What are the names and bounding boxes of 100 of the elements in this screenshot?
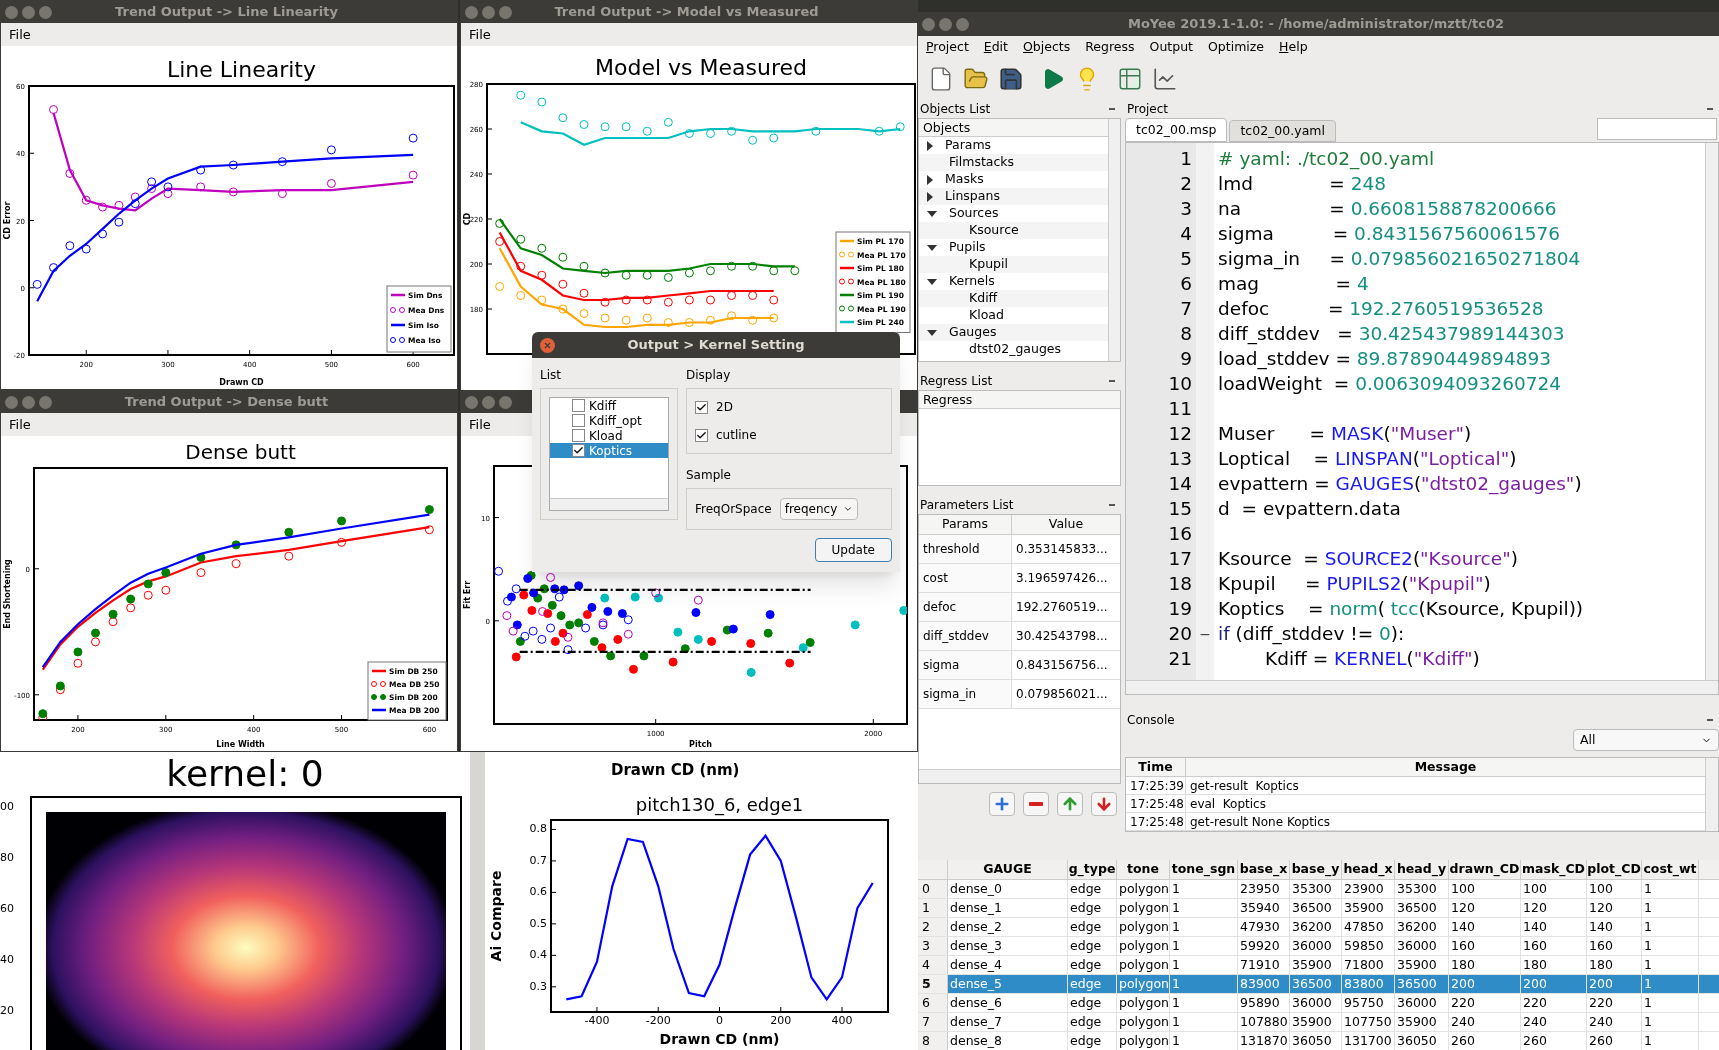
table-cell: 140 [1521,917,1587,936]
table-cell: 1 [1642,936,1699,955]
table-cell: 1 [1642,898,1699,917]
table-cell: 140 [1587,917,1642,936]
table-cell: dense_8 [948,1031,1068,1050]
table-cell: 1 [1170,955,1238,974]
code-line: if (diff_stddev != 0): [1218,623,1405,644]
line-number: 6 [1179,272,1193,296]
table-cell: 240 [1449,1012,1521,1031]
tick-label: 0.8 [529,822,547,836]
table-cell: 36500 [1395,974,1449,993]
table-cell: edge [1068,1031,1117,1050]
table-cell: 36000 [1290,993,1342,1012]
table-cell: edge [1068,936,1117,955]
line-number: 2 [1179,172,1193,196]
tick-label: 0.3 [529,979,547,993]
table-cell-text: eval Koptics [1189,796,1267,812]
table-cell: dense_5 [948,974,1068,993]
column-header: drawn_CD [1449,860,1521,879]
table-cell: 36500 [1290,974,1342,993]
table-cell: diff_stddev [919,622,1012,650]
table-cell: 59920 [1238,936,1290,955]
table-cell: 95890 [1238,993,1290,1012]
table-cell: edge [1068,1012,1117,1031]
table-cell: sigma [919,651,1012,679]
table-cell: 36000 [1395,993,1449,1012]
table-cell: 36500 [1290,898,1342,917]
column-header: base_y [1290,860,1342,879]
table-cell: 23900 [1342,879,1395,898]
axis-label: Line Width [216,740,265,749]
column-header: Regress [919,391,1120,409]
line-number: 4 [1179,222,1193,246]
table-cell: 95750 [1342,993,1395,1012]
code-line: lmd = 248 [1218,173,1387,194]
code-line: Kdiff = KERNEL("Kdiff") [1264,648,1480,669]
table-cell: 131870 [1238,1031,1290,1050]
panel-title: Project [1127,101,1169,118]
line-number: 11 [1167,397,1193,421]
tick-label: 0 [716,1014,723,1027]
tick-label: 40 [0,954,15,968]
code-line: Loptical = LINSPAN("Loptical") [1218,448,1517,469]
table-cell: 71800 [1342,955,1395,974]
column-header: tone [1117,860,1170,879]
table-cell: edge [1068,917,1117,936]
table-cell: 180 [1449,955,1521,974]
table-cell: 1 [1170,936,1238,955]
table-cell: 36000 [1290,936,1342,955]
table-cell: 1 [1170,1012,1238,1031]
column-header: Objects [919,119,1108,137]
line-number: 14 [1167,472,1193,496]
axis-label: Fit Err [463,580,472,610]
table-cell: 240 [1587,1012,1642,1031]
code-line: diff_stddev = 30.425437989144303 [1218,323,1565,344]
table-cell: 36050 [1290,1031,1342,1050]
code-line: defoc = 192.2760519536528 [1218,298,1544,319]
table-cell: dense_0 [948,879,1068,898]
table-cell-text: 192.2760519... [1015,599,1109,616]
table-cell: 35900 [1395,1012,1449,1031]
checkbox-label: cutline [716,427,757,444]
list-item-label: Koptics [589,442,633,460]
column-header: cost_wt [1642,860,1699,879]
table-cell-text: 30.42543798... [1015,628,1109,645]
table-cell: polygon [1117,898,1170,917]
table-cell: 71910 [1238,955,1290,974]
table-cell: polygon [1117,1031,1170,1050]
table-cell: edge [1068,993,1117,1012]
tick-label: 200 [770,1014,792,1027]
table-cell: 120 [1521,898,1587,917]
table-cell: 36200 [1290,917,1342,936]
table-cell: 36200 [1395,917,1449,936]
table-cell: 83800 [1342,974,1395,993]
chart-title: pitch130_6, edge1 [635,794,804,815]
line-number: 3 [1179,197,1193,221]
group-label: List [540,367,562,384]
table-cell: edge [1068,974,1117,993]
table-cell: 160 [1521,936,1587,955]
table-cell: 180 [1587,955,1642,974]
figure-title: kernel: 0 [165,752,325,796]
table-cell: 1 [1642,1031,1699,1050]
axis-label: Pitch [689,740,712,749]
list-item-label: Kdiff_opt [589,412,642,430]
table-cell: 100 [1521,879,1587,898]
column-header: tone_sgn [1170,860,1238,879]
table-cell: 107750 [1342,1012,1395,1031]
table-cell: polygon [1117,993,1170,1012]
code-line: Ksource = SOURCE2("Ksource") [1218,548,1518,569]
line-number: 19 [1167,597,1193,621]
code-line: mag = 4 [1218,273,1369,294]
group-label: Display [686,367,732,384]
table-cell: polygon [1117,936,1170,955]
table-cell-text: get-result Koptics [1189,778,1300,794]
line-number: 1 [1179,147,1193,171]
code-line: d = evpattern.data [1218,498,1401,519]
table-cell: 17:25:48 [1126,795,1186,812]
table-cell: 160 [1449,936,1521,955]
table-cell: 200 [1521,974,1587,993]
line-number: 21 [1167,647,1193,671]
code-line: loadWeight = 0.0063094093260724 [1218,373,1562,394]
table-cell: dense_2 [948,917,1068,936]
table-cell: 1 [1642,955,1699,974]
